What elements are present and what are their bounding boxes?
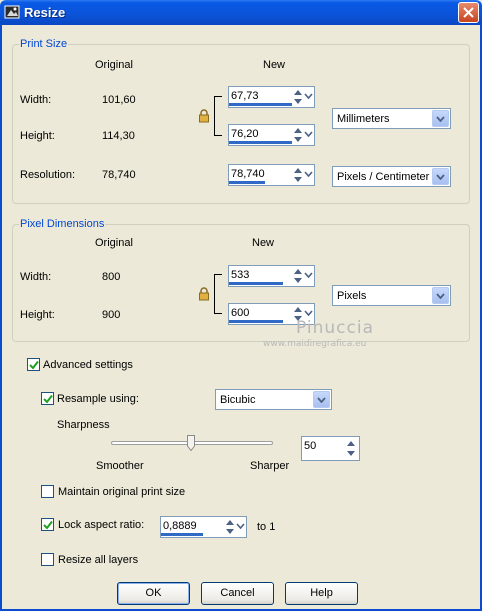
resample-label[interactable]: Resample using: xyxy=(57,393,139,405)
spin-arrows-icon[interactable] xyxy=(292,267,304,285)
print-width-value: 67,73 xyxy=(231,90,259,102)
pixel-link-bracket xyxy=(214,274,222,314)
resize-app-icon xyxy=(4,5,20,19)
print-link-bracket xyxy=(214,96,222,136)
close-button[interactable] xyxy=(458,2,479,23)
chevron-down-icon[interactable] xyxy=(304,92,313,101)
watermark-name: Pinuccia xyxy=(296,318,374,338)
print-width-original: 101,60 xyxy=(102,94,136,106)
pixel-width-field[interactable]: 533 xyxy=(228,265,315,287)
pixel-original-header: Original xyxy=(95,237,133,249)
lock-icon[interactable] xyxy=(198,287,210,301)
resolution-label: Resolution: xyxy=(20,169,76,181)
print-width-field[interactable]: 67,73 xyxy=(228,86,315,108)
cancel-button[interactable]: Cancel xyxy=(201,582,274,605)
window-title: Resize xyxy=(24,5,66,20)
print-unit-value: Millimeters xyxy=(337,113,390,125)
resample-method-select[interactable]: Bicubic xyxy=(215,389,332,410)
ok-button[interactable]: OK xyxy=(117,582,190,605)
aspect-suffix: to 1 xyxy=(257,521,276,533)
resolution-unit-value: Pixels / Centimeter xyxy=(337,171,430,183)
resample-method-value: Bicubic xyxy=(220,394,256,406)
pixel-dimensions-legend: Pixel Dimensions xyxy=(19,218,106,230)
aspect-ratio-value: 0,8889 xyxy=(163,520,197,532)
pixel-width-value: 533 xyxy=(231,269,250,281)
pixel-width-label: Width: xyxy=(20,271,52,283)
pixel-height-original: 900 xyxy=(102,309,121,321)
advanced-settings-checkbox[interactable] xyxy=(27,358,40,371)
chevron-down-icon[interactable] xyxy=(304,170,313,179)
checkmark-icon xyxy=(43,394,53,404)
maintain-print-size-checkbox[interactable] xyxy=(41,485,54,498)
help-button[interactable]: Help xyxy=(285,582,358,605)
print-height-label: Height: xyxy=(20,130,55,142)
chevron-down-icon xyxy=(436,293,445,299)
print-height-progress xyxy=(229,141,292,144)
pixel-height-value: 600 xyxy=(231,307,250,319)
aspect-ratio-field[interactable]: 0,8889 xyxy=(160,516,247,538)
resize-all-layers-label[interactable]: Resize all layers xyxy=(58,554,138,566)
chevron-down-icon xyxy=(436,116,445,122)
dropdown-button[interactable] xyxy=(432,168,449,185)
dropdown-button[interactable] xyxy=(432,287,449,304)
close-icon xyxy=(463,7,474,18)
sharper-label: Sharper xyxy=(250,460,290,472)
chevron-down-icon[interactable] xyxy=(304,271,313,280)
resolution-unit-select[interactable]: Pixels / Centimeter xyxy=(332,166,451,187)
print-original-header: Original xyxy=(95,59,133,71)
print-height-original: 114,30 xyxy=(102,130,135,142)
spin-arrows-icon[interactable] xyxy=(292,166,304,184)
spin-arrows-icon[interactable] xyxy=(345,439,357,458)
pixel-height-label: Height: xyxy=(20,309,55,321)
pixel-width-progress xyxy=(229,282,283,285)
sharpness-field[interactable]: 50 xyxy=(301,436,360,461)
pixel-new-header: New xyxy=(252,237,275,249)
print-width-progress xyxy=(229,103,292,106)
checkmark-icon xyxy=(29,360,39,370)
resize-all-layers-checkbox[interactable] xyxy=(41,553,54,566)
sharpness-slider-thumb[interactable] xyxy=(187,435,195,451)
smoother-label: Smoother xyxy=(96,460,144,472)
print-height-value: 76,20 xyxy=(231,128,259,140)
print-size-legend: Print Size xyxy=(19,38,69,50)
chevron-down-icon[interactable] xyxy=(304,309,313,318)
chevron-down-icon xyxy=(436,174,445,180)
resolution-original: 78,740 xyxy=(102,169,136,181)
print-height-field[interactable]: 76,20 xyxy=(228,124,315,146)
dropdown-button[interactable] xyxy=(313,391,330,408)
print-new-header: New xyxy=(263,59,286,71)
lock-aspect-checkbox[interactable] xyxy=(41,518,54,531)
watermark-url: www.maidiregrafica.eu xyxy=(263,339,367,349)
advanced-settings-label[interactable]: Advanced settings xyxy=(43,359,133,371)
pixel-width-original: 800 xyxy=(102,271,121,283)
spin-arrows-icon[interactable] xyxy=(292,88,304,106)
sharpness-value: 50 xyxy=(304,440,317,452)
chevron-down-icon[interactable] xyxy=(236,522,245,531)
pixel-height-progress xyxy=(229,320,283,323)
pixel-unit-select[interactable]: Pixels xyxy=(332,285,451,306)
print-width-label: Width: xyxy=(20,94,52,106)
spin-arrows-icon[interactable] xyxy=(224,518,236,536)
pixel-unit-value: Pixels xyxy=(337,290,367,302)
chevron-down-icon[interactable] xyxy=(304,130,313,139)
sharpness-label: Sharpness xyxy=(57,419,110,431)
title-bar: Resize xyxy=(0,0,482,25)
print-unit-select[interactable]: Millimeters xyxy=(332,108,451,129)
resample-checkbox[interactable] xyxy=(41,392,54,405)
resolution-field[interactable]: 78,740 xyxy=(228,164,315,186)
lock-icon[interactable] xyxy=(198,109,210,123)
dropdown-button[interactable] xyxy=(432,110,449,127)
spin-arrows-icon[interactable] xyxy=(292,126,304,144)
maintain-print-size-label[interactable]: Maintain original print size xyxy=(58,486,185,498)
resolution-value: 78,740 xyxy=(231,168,265,180)
lock-aspect-label[interactable]: Lock aspect ratio: xyxy=(58,519,144,531)
aspect-ratio-progress xyxy=(161,533,203,536)
chevron-down-icon xyxy=(317,397,326,403)
checkmark-icon xyxy=(43,520,53,530)
resolution-progress xyxy=(229,181,265,184)
